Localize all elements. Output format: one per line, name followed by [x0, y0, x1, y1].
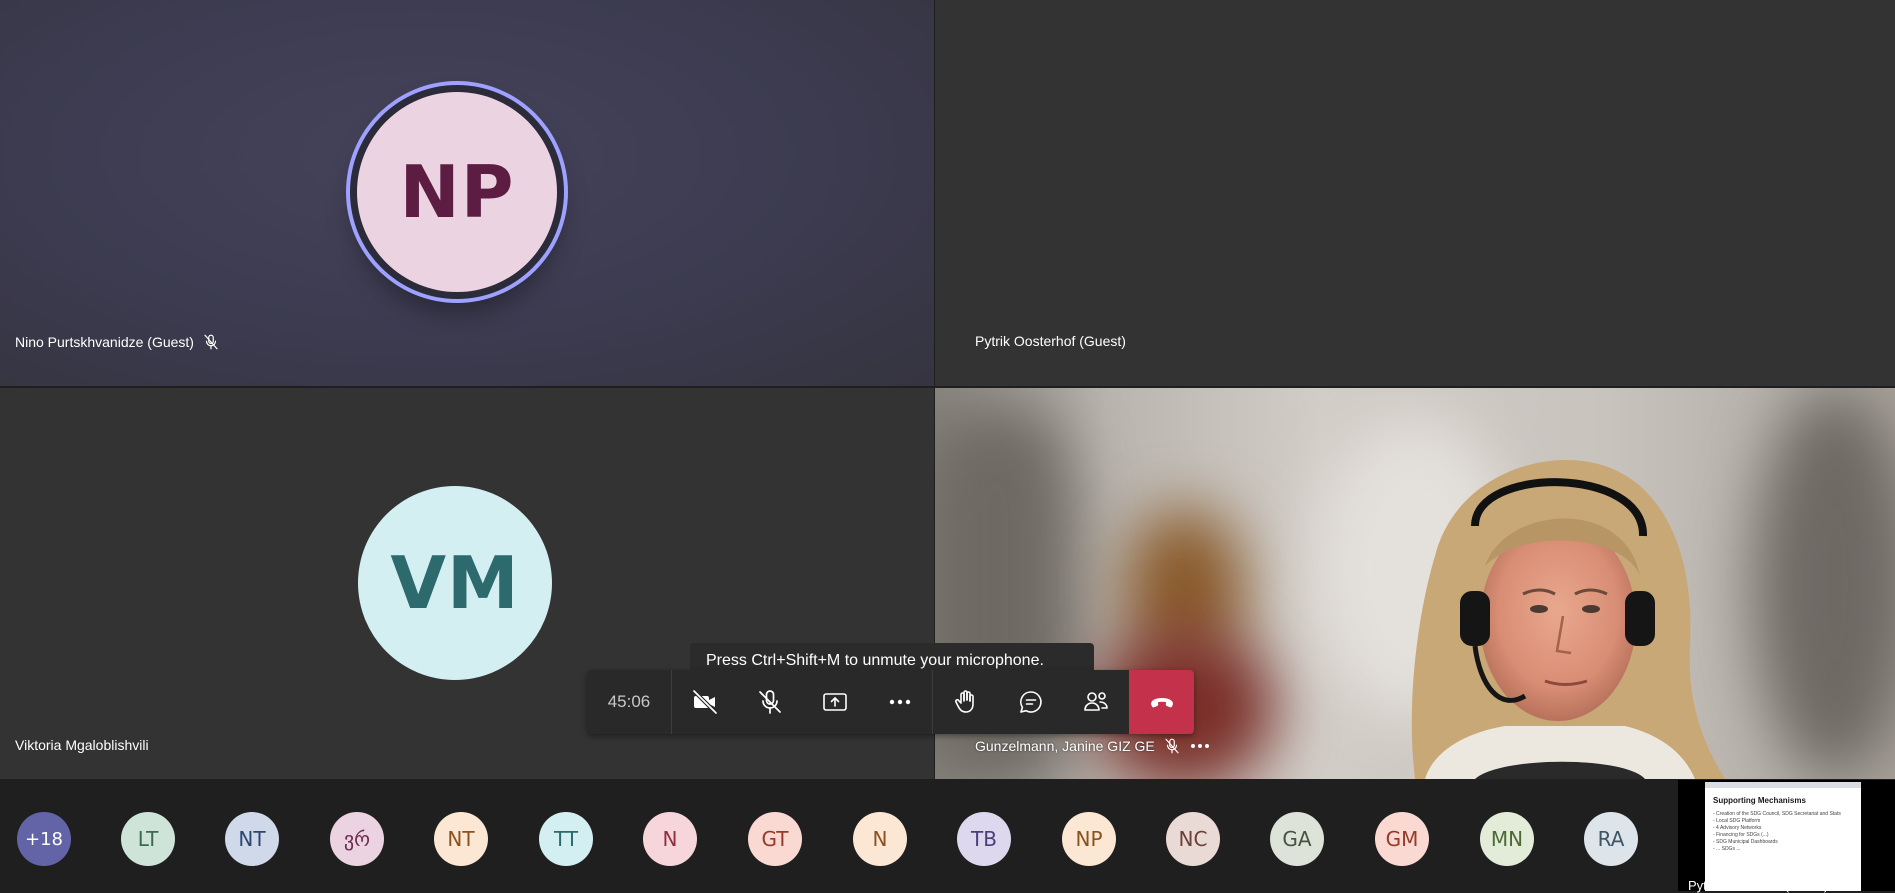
participant-avatar[interactable]: N: [643, 812, 697, 866]
unmute-tooltip: Press Ctrl+Shift+M to unmute your microp…: [690, 643, 1094, 671]
mic-off-icon: [758, 690, 781, 714]
avatar-vm: VM: [358, 486, 552, 680]
participant-avatar[interactable]: GT: [748, 812, 802, 866]
participant-name-label: Nino Purtskhvanidze (Guest): [15, 334, 194, 350]
chat-button[interactable]: [998, 670, 1063, 734]
meeting-timer: 45:06: [587, 670, 672, 734]
camera-toggle-button[interactable]: [672, 670, 737, 734]
video-tile-nino[interactable]: NP Nino Purtskhvanidze (Guest): [0, 0, 934, 386]
participant-avatar[interactable]: ვრ: [330, 812, 384, 866]
participant-name-label: Pytrik Oosterhof (Guest): [975, 333, 1126, 349]
participant-avatar[interactable]: GA: [1270, 812, 1324, 866]
avatar-np: NP: [357, 92, 557, 292]
participant-name-label: Gunzelmann, Janine GIZ GE: [975, 738, 1155, 754]
slide-line: - SDG Municipal Dashboards: [1713, 839, 1778, 845]
participant-avatar[interactable]: RA: [1584, 812, 1638, 866]
participant-name: Nino Purtskhvanidze (Guest): [15, 333, 220, 351]
mic-off-icon: [204, 334, 218, 350]
participant-name: Pytrik Oosterhof (Guest): [975, 333, 1126, 349]
participant-avatar[interactable]: NT: [225, 812, 279, 866]
more-options-icon: [889, 699, 910, 705]
participant-name: Gunzelmann, Janine GIZ GE: [975, 737, 1211, 755]
chat-icon: [1019, 691, 1042, 713]
slide-line: - Local SDG Platform: [1713, 818, 1761, 824]
more-participants-badge[interactable]: +18: [17, 812, 71, 866]
background-blur: [1755, 388, 1895, 779]
participant-avatar[interactable]: NT: [434, 812, 488, 866]
camera-off-icon: [691, 689, 718, 715]
share-screen-icon: [822, 693, 847, 711]
participant-avatar[interactable]: GM: [1375, 812, 1429, 866]
slide-line: - 4 Advisory Networks: [1713, 825, 1762, 831]
participant-avatar[interactable]: NC: [1166, 812, 1220, 866]
participant-video-person: [1411, 460, 1725, 779]
participant-avatar[interactable]: TT: [539, 812, 593, 866]
participants-button[interactable]: [1063, 670, 1128, 734]
participants-icon: [1083, 692, 1108, 711]
video-tile-pytrik[interactable]: PO Pytrik Oosterhof (Guest): [935, 0, 1895, 386]
more-options-icon[interactable]: [1189, 737, 1211, 755]
participant-name: Viktoria Mgaloblishvili: [15, 737, 149, 753]
participant-avatar[interactable]: LT: [121, 812, 175, 866]
slide-line: - Financing for SDGs (...): [1713, 832, 1769, 838]
hang-up-button[interactable]: [1129, 670, 1194, 734]
participant-name-label: Viktoria Mgaloblishvili: [15, 737, 149, 753]
share-screen-button[interactable]: [802, 670, 867, 734]
slide-line: - Creation of the SDG Council, SDG Secre…: [1713, 811, 1841, 817]
shared-slide-thumbnail[interactable]: Supporting Mechanisms - Creation of the …: [1705, 782, 1861, 891]
participant-avatar[interactable]: TB: [957, 812, 1011, 866]
meeting-control-bar: 45:06: [587, 670, 1194, 734]
raise-hand-icon: [954, 690, 974, 713]
more-actions-button[interactable]: [867, 670, 932, 734]
raise-hand-button[interactable]: [933, 670, 998, 734]
participant-avatar[interactable]: N: [853, 812, 907, 866]
slide-line: - ... SDGs ...: [1713, 846, 1741, 852]
hang-up-icon: [1150, 698, 1173, 708]
mic-toggle-button[interactable]: [737, 670, 802, 734]
mic-off-icon: [1165, 738, 1179, 754]
slide-title: Supporting Mechanisms: [1713, 796, 1806, 805]
participant-avatar[interactable]: NP: [1062, 812, 1116, 866]
slide-lines: - Creation of the SDG Council, SDG Secre…: [1713, 811, 1853, 853]
participant-avatar[interactable]: MN: [1480, 812, 1534, 866]
